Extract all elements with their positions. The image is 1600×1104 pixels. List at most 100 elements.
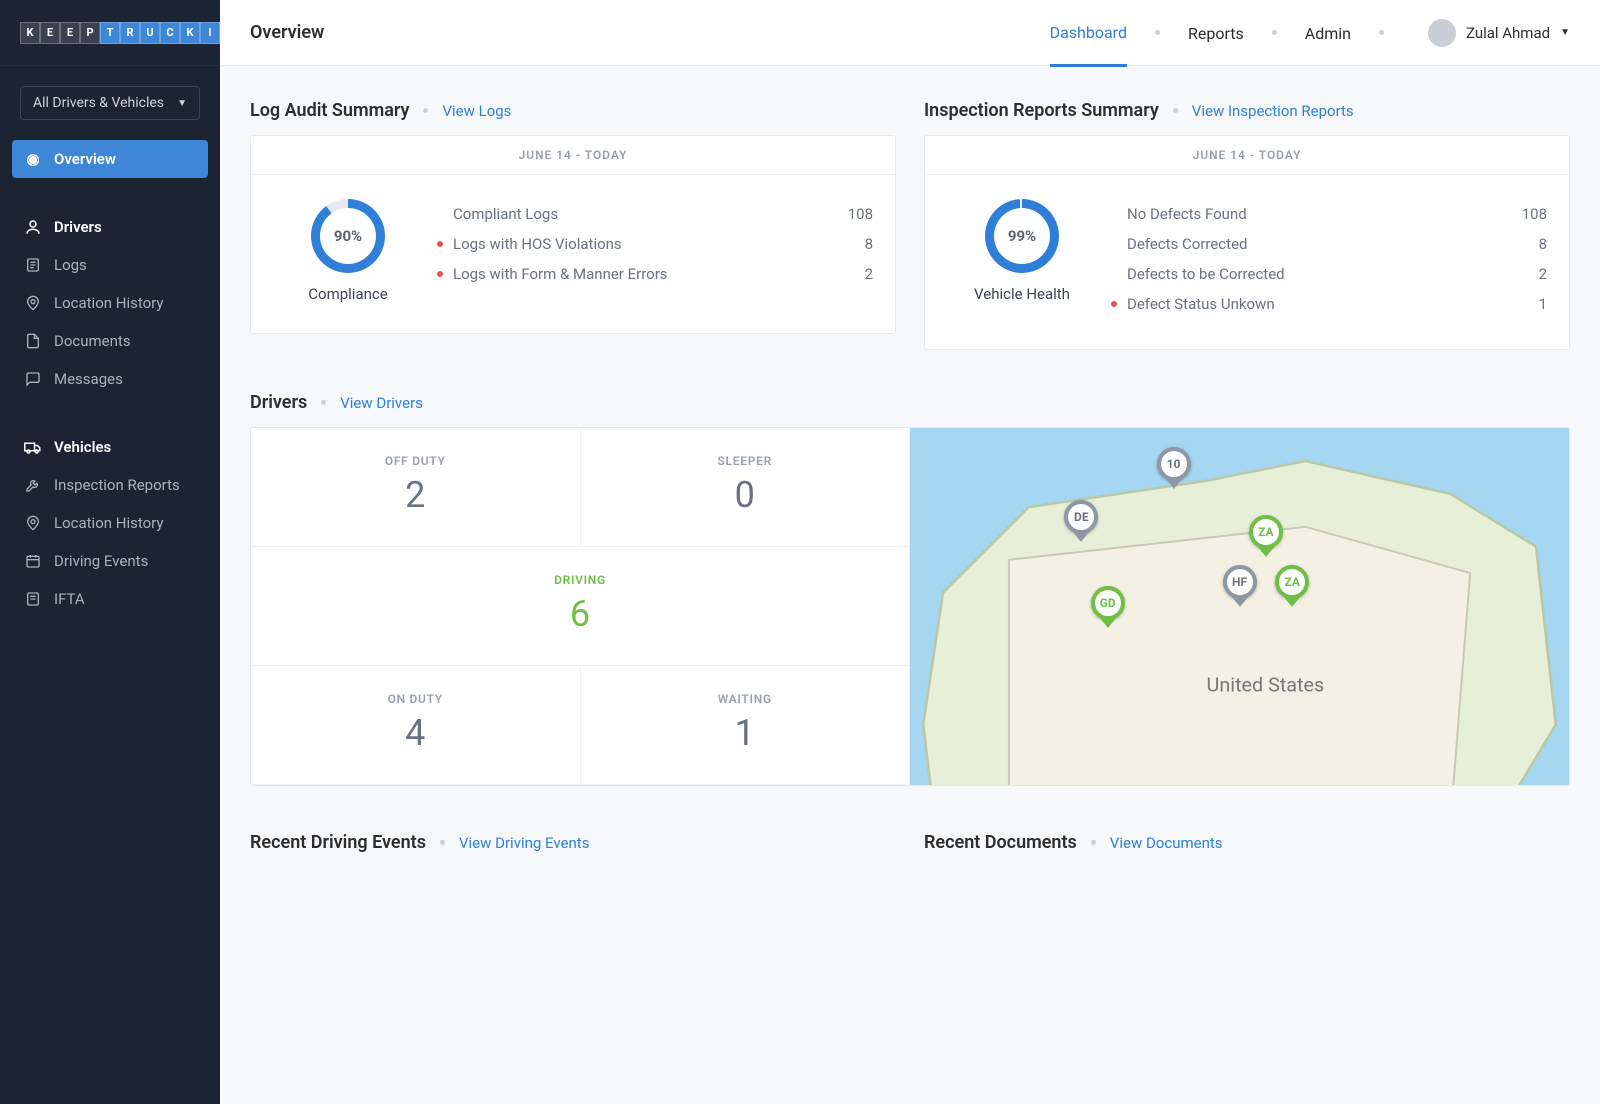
sidebar-item-messages[interactable]: Messages <box>12 360 208 398</box>
stat-value: 1 <box>1539 295 1547 313</box>
stat-row[interactable]: No Defects Found108 <box>1111 199 1547 229</box>
map-pin[interactable]: ZA <box>1249 515 1283 557</box>
sidebar-item-label: Overview <box>54 150 116 168</box>
status-label: ON DUTY <box>251 692 580 706</box>
report-icon <box>24 591 42 607</box>
drivers-section-title: Drivers <box>250 392 307 413</box>
tab-admin[interactable]: Admin <box>1305 24 1351 65</box>
sidebar-item-documents[interactable]: Documents <box>12 322 208 360</box>
map-pin[interactable]: HF <box>1223 565 1257 607</box>
status-label: OFF DUTY <box>251 454 580 468</box>
drv-sleeper[interactable]: SLEEPER 0 <box>581 428 911 547</box>
stat-value: 2 <box>865 265 873 283</box>
tab-reports[interactable]: Reports <box>1188 24 1244 65</box>
view-driving-events-link[interactable]: View Driving Events <box>459 834 589 852</box>
user-name: Zulal Ahmad <box>1466 24 1550 42</box>
logo[interactable]: KEEPTRUCKIN <box>0 0 220 66</box>
logo-letter: K <box>180 22 200 44</box>
map-pin[interactable]: 10 <box>1157 447 1191 489</box>
drivers-card: OFF DUTY 2 SLEEPER 0 DRIVING 6 <box>250 427 1570 786</box>
drivers-map[interactable]: United States Mexico Gulf of Mexico Cuba… <box>910 428 1569 785</box>
map-pin[interactable]: ZA <box>1275 565 1309 607</box>
sidebar: KEEPTRUCKIN All Drivers & Vehicles ▼ ◉ O… <box>0 0 220 1104</box>
document-icon <box>24 333 42 349</box>
stat-row[interactable]: Defect Status Unkown 1 <box>1111 289 1547 319</box>
wrench-icon <box>24 477 42 493</box>
view-logs-link[interactable]: View Logs <box>442 102 511 120</box>
inspection-title: Inspection Reports Summary <box>924 100 1159 121</box>
separator-dot <box>1155 30 1160 35</box>
logo-letter: I <box>200 22 220 44</box>
status-value: 0 <box>581 474 910 516</box>
drv-off-duty[interactable]: OFF DUTY 2 <box>251 428 581 547</box>
sidebar-item-inspection-reports[interactable]: Inspection Reports <box>12 466 208 504</box>
calendar-icon <box>24 553 42 569</box>
chat-icon <box>24 371 42 387</box>
fleet-filter-label: All Drivers & Vehicles <box>33 95 164 111</box>
sidebar-item-location-history-2[interactable]: Location History <box>12 504 208 542</box>
inspection-card: JUNE 14 - TODAY 99% Vehicle Health No De… <box>924 135 1570 350</box>
status-label: SLEEPER <box>581 454 910 468</box>
separator-dot <box>321 400 326 405</box>
stat-row[interactable]: Defects to be Corrected2 <box>1111 259 1547 289</box>
location-icon <box>24 295 42 311</box>
vehicle-health-label: Vehicle Health <box>974 285 1070 303</box>
user-menu[interactable]: Zulal Ahmad ▼ <box>1428 19 1570 47</box>
drv-on-duty[interactable]: ON DUTY 4 <box>251 666 581 785</box>
topbar: Overview Dashboard Reports Admin Zulal A… <box>220 0 1600 66</box>
sidebar-item-label: Driving Events <box>54 552 148 570</box>
fleet-filter-dropdown[interactable]: All Drivers & Vehicles ▼ <box>20 86 200 120</box>
stat-value: 108 <box>848 205 873 223</box>
sidebar-item-overview[interactable]: ◉ Overview <box>12 140 208 178</box>
logo-letter: U <box>140 22 160 44</box>
status-value: 1 <box>581 712 910 754</box>
stat-label: Defects to be Corrected <box>1127 265 1285 283</box>
logo-letter: R <box>120 22 140 44</box>
logo-letter: E <box>40 22 60 44</box>
sidebar-item-label: Messages <box>54 370 123 388</box>
alert-dot-icon <box>437 271 443 277</box>
alert-dot-icon <box>1111 301 1117 307</box>
stat-row[interactable]: Logs with Form & Manner Errors2 <box>437 259 873 289</box>
view-drivers-link[interactable]: View Drivers <box>340 394 423 412</box>
sidebar-item-location-history[interactable]: Location History <box>12 284 208 322</box>
truck-icon <box>24 438 42 456</box>
sidebar-item-ifta[interactable]: IFTA <box>12 580 208 618</box>
drv-waiting[interactable]: WAITING 1 <box>581 666 911 785</box>
drv-driving[interactable]: DRIVING 6 <box>251 547 910 666</box>
logo-letter: T <box>100 22 120 44</box>
card-date-range: JUNE 14 - TODAY <box>251 136 895 175</box>
separator-dot <box>1379 30 1384 35</box>
stat-row[interactable]: Logs with HOS Violations8 <box>437 229 873 259</box>
separator-dot <box>1091 840 1096 845</box>
log-audit-card: JUNE 14 - TODAY 90% Compliance Compliant… <box>250 135 896 334</box>
stat-row[interactable]: Compliant Logs108 <box>437 199 873 229</box>
sidebar-item-drivers[interactable]: Drivers <box>12 208 208 246</box>
view-documents-link[interactable]: View Documents <box>1110 834 1223 852</box>
chevron-down-icon: ▼ <box>1560 27 1570 38</box>
sidebar-item-vehicles[interactable]: Vehicles <box>12 428 208 466</box>
stat-label: Defects Corrected <box>1127 235 1247 253</box>
map-pin[interactable]: GD <box>1091 586 1125 628</box>
map-background: United States Mexico Gulf of Mexico Cuba… <box>910 428 1569 786</box>
status-label: WAITING <box>581 692 910 706</box>
pin-tail-icon <box>1284 597 1300 607</box>
pin-label: GD <box>1091 586 1125 620</box>
tab-dashboard[interactable]: Dashboard <box>1050 23 1127 67</box>
status-value: 6 <box>251 593 909 635</box>
sidebar-item-label: IFTA <box>54 590 85 608</box>
pin-label: DE <box>1064 500 1098 534</box>
compliance-value: 90% <box>311 199 385 273</box>
stat-row[interactable]: Defects Corrected 8 <box>1111 229 1547 259</box>
sidebar-item-driving-events[interactable]: Driving Events <box>12 542 208 580</box>
sidebar-item-logs[interactable]: Logs <box>12 246 208 284</box>
stat-value: 8 <box>865 235 873 253</box>
recent-events-title: Recent Driving Events <box>250 832 426 853</box>
pin-tail-icon <box>1100 618 1116 628</box>
map-pin[interactable]: DE <box>1064 500 1098 542</box>
view-inspection-link[interactable]: View Inspection Reports <box>1192 102 1354 120</box>
stat-label: Defect Status Unkown <box>1127 295 1275 313</box>
user-icon <box>24 218 42 236</box>
stat-value: 8 <box>1539 235 1547 253</box>
compliance-donut: 90% <box>311 199 385 273</box>
